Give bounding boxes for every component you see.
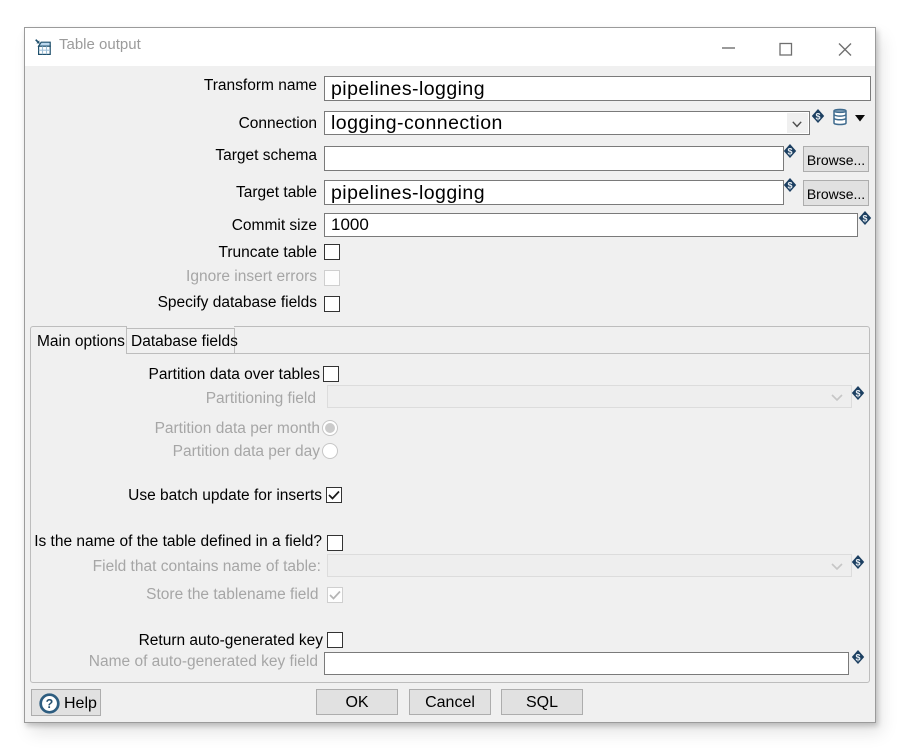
svg-text:$: $ (815, 111, 820, 121)
svg-text:$: $ (855, 652, 860, 662)
svg-text:?: ? (46, 697, 54, 711)
svg-text:$: $ (855, 388, 860, 398)
svg-text:$: $ (862, 213, 867, 223)
svg-text:$: $ (855, 557, 860, 567)
svg-text:$: $ (787, 180, 792, 190)
svg-text:$: $ (787, 146, 792, 156)
